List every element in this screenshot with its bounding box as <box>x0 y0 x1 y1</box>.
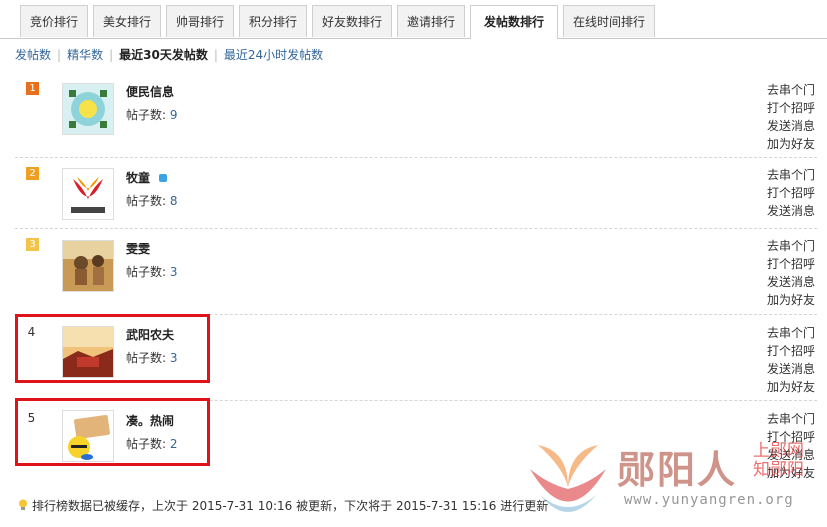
post-count: 帖子数: 9 <box>126 106 178 123</box>
visit-link[interactable]: 去串个门 <box>767 237 817 255</box>
cache-notice: 排行榜数据已被缓存，上次于 2015-7-31 10:16 被更新，下次将于 2… <box>18 497 548 514</box>
highlight-box <box>15 314 210 383</box>
visit-link[interactable]: 去串个门 <box>767 324 817 342</box>
ranking-row: 2 牧童 帖子数: 8 去串个门 打个招呼 发送消息 <box>15 157 817 229</box>
avatar[interactable] <box>62 168 114 220</box>
avatar-image <box>63 241 113 291</box>
tab-posts-rank[interactable]: 发帖数排行 <box>470 5 558 39</box>
greet-link[interactable]: 打个招呼 <box>767 255 817 273</box>
username[interactable]: 牧童 <box>126 169 168 186</box>
tab-handsome-rank[interactable]: 帅哥排行 <box>166 5 234 37</box>
highlight-box <box>15 398 210 466</box>
post-count-label: 帖子数: <box>126 108 167 122</box>
send-message-link[interactable]: 发送消息 <box>767 446 817 464</box>
rank-badge: 3 <box>26 238 39 251</box>
separator: | <box>109 48 114 62</box>
row-actions: 去串个门 打个招呼 发送消息 加为好友 <box>767 410 817 482</box>
lightbulb-icon <box>19 499 27 510</box>
post-rank-subnav: 发帖数 | 精华数 | 最近30天发帖数 | 最近24小时发帖数 <box>15 46 323 63</box>
ranking-row: 1 便民信息 帖子数: 9 去串个门 打个招呼 发送消息 加为好友 <box>15 71 817 158</box>
send-message-link[interactable]: 发送消息 <box>767 117 817 135</box>
cache-notice-text: 排行榜数据已被缓存，上次于 2015-7-31 10:16 被更新，下次将于 2… <box>32 499 549 513</box>
add-friend-link[interactable]: 加为好友 <box>767 135 817 153</box>
greet-link[interactable]: 打个招呼 <box>767 184 817 202</box>
ranking-tabs: 竞价排行 美女排行 帅哥排行 积分排行 好友数排行 邀请排行 发帖数排行 在线时… <box>0 0 827 39</box>
send-message-link[interactable]: 发送消息 <box>767 202 817 220</box>
avatar-image <box>63 169 113 219</box>
verified-icon <box>159 174 168 182</box>
add-friend-link[interactable]: 加为好友 <box>767 291 817 309</box>
tab-points-rank[interactable]: 积分排行 <box>239 5 307 37</box>
add-friend-link[interactable]: 加为好友 <box>767 464 817 482</box>
greet-link[interactable]: 打个招呼 <box>767 342 817 360</box>
subnav-digest-posts[interactable]: 精华数 <box>67 48 103 62</box>
post-count-label: 帖子数: <box>126 194 167 208</box>
username[interactable]: 雯雯 <box>126 240 150 257</box>
post-count-value[interactable]: 8 <box>170 194 178 208</box>
separator: | <box>213 48 218 62</box>
subnav-24h-posts[interactable]: 最近24小时发帖数 <box>224 48 323 62</box>
send-message-link[interactable]: 发送消息 <box>767 360 817 378</box>
post-count: 帖子数: 3 <box>126 263 178 280</box>
avatar-image <box>63 84 113 134</box>
send-message-link[interactable]: 发送消息 <box>767 273 817 291</box>
post-count: 帖子数: 8 <box>126 192 178 209</box>
post-count-label: 帖子数: <box>126 265 167 279</box>
watermark-url: www.yunyangren.org <box>624 492 794 508</box>
username-text[interactable]: 牧童 <box>126 171 150 185</box>
tab-invite-rank[interactable]: 邀请排行 <box>397 5 465 37</box>
post-count-value[interactable]: 9 <box>170 108 178 122</box>
tab-friends-rank[interactable]: 好友数排行 <box>312 5 392 37</box>
row-actions: 去串个门 打个招呼 发送消息 加为好友 <box>767 81 817 153</box>
greet-link[interactable]: 打个招呼 <box>767 99 817 117</box>
greet-link[interactable]: 打个招呼 <box>767 428 817 446</box>
tab-beauty-rank[interactable]: 美女排行 <box>93 5 161 37</box>
row-actions: 去串个门 打个招呼 发送消息 加为好友 <box>767 237 817 309</box>
subnav-total-posts[interactable]: 发帖数 <box>15 48 51 62</box>
separator: | <box>57 48 62 62</box>
visit-link[interactable]: 去串个门 <box>767 81 817 99</box>
row-actions: 去串个门 打个招呼 发送消息 <box>767 166 817 220</box>
rank-badge: 2 <box>26 167 39 180</box>
tab-online-time-rank[interactable]: 在线时间排行 <box>563 5 655 37</box>
visit-link[interactable]: 去串个门 <box>767 166 817 184</box>
add-friend-link[interactable]: 加为好友 <box>767 378 817 396</box>
post-count-value[interactable]: 3 <box>170 265 178 279</box>
visit-link[interactable]: 去串个门 <box>767 410 817 428</box>
subnav-30day-posts[interactable]: 最近30天发帖数 <box>119 48 208 62</box>
avatar[interactable] <box>62 240 114 292</box>
avatar[interactable] <box>62 83 114 135</box>
row-actions: 去串个门 打个招呼 发送消息 加为好友 <box>767 324 817 396</box>
ranking-row: 3 雯雯 帖子数: 3 去串个门 打个招呼 发送消息 加为好友 <box>15 228 817 315</box>
username[interactable]: 便民信息 <box>126 83 174 100</box>
rank-badge: 1 <box>26 82 39 95</box>
tab-bid-rank[interactable]: 竞价排行 <box>20 5 88 37</box>
